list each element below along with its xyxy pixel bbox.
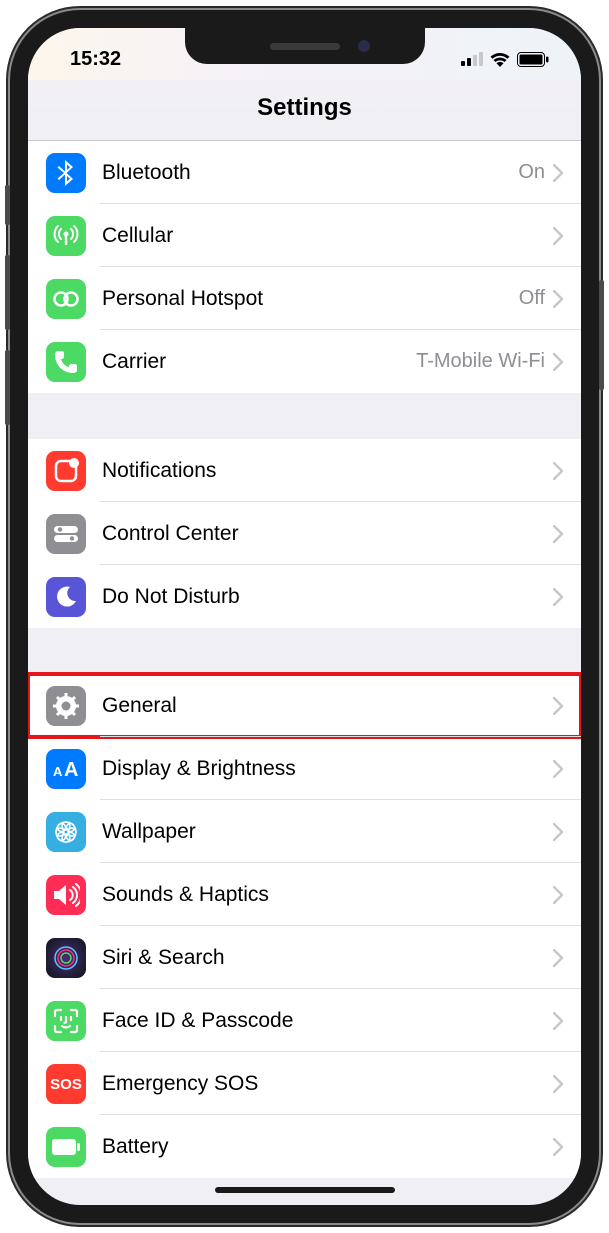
row-do-not-disturb[interactable]: Do Not Disturb (28, 565, 581, 628)
row-label: Bluetooth (102, 161, 518, 185)
home-indicator[interactable] (215, 1187, 395, 1193)
row-label: Cellular (102, 224, 553, 248)
phone-icon (46, 342, 86, 382)
svg-text:SOS: SOS (50, 1076, 82, 1093)
svg-text:A: A (64, 759, 78, 780)
row-battery[interactable]: Battery (28, 1115, 581, 1178)
settings-group-connectivity: Bluetooth On (28, 141, 581, 393)
face-id-icon (46, 1001, 86, 1041)
row-face-id-passcode[interactable]: Face ID & Passcode (28, 989, 581, 1052)
chevron-right-icon (553, 760, 563, 778)
sos-icon: SOS (46, 1064, 86, 1104)
settings-group-alerts: Notifications Control Center (28, 439, 581, 628)
chevron-right-icon (553, 1012, 563, 1030)
battery-icon (517, 52, 549, 67)
row-label: Battery (102, 1135, 553, 1159)
row-label: General (102, 694, 553, 718)
row-cellular[interactable]: Cellular (28, 204, 581, 267)
row-label: Do Not Disturb (102, 585, 553, 609)
chevron-right-icon (553, 525, 563, 543)
chevron-right-icon (553, 1138, 563, 1156)
settings-group-system: General A A Display & Brightness (28, 674, 581, 1178)
wallpaper-icon (46, 812, 86, 852)
row-control-center[interactable]: Control Center (28, 502, 581, 565)
notifications-icon (46, 451, 86, 491)
gear-icon (46, 686, 86, 726)
row-label: Siri & Search (102, 946, 553, 970)
chevron-right-icon (553, 353, 563, 371)
wifi-icon (489, 51, 511, 67)
cellular-icon (46, 216, 86, 256)
volume-down-button (5, 350, 10, 425)
chevron-right-icon (553, 886, 563, 904)
chevron-right-icon (553, 164, 563, 182)
row-label: Emergency SOS (102, 1072, 553, 1096)
text-size-icon: A A (46, 749, 86, 789)
row-label: Wallpaper (102, 820, 553, 844)
row-label: Sounds & Haptics (102, 883, 553, 907)
row-emergency-sos[interactable]: SOS Emergency SOS (28, 1052, 581, 1115)
row-value: T-Mobile Wi-Fi (416, 350, 545, 373)
row-general[interactable]: General (28, 674, 581, 737)
chevron-right-icon (553, 697, 563, 715)
hotspot-icon (46, 279, 86, 319)
siri-icon (46, 938, 86, 978)
volume-up-button (5, 255, 10, 330)
bluetooth-icon (46, 153, 86, 193)
row-label: Notifications (102, 459, 553, 483)
notch (185, 28, 425, 64)
row-value: On (518, 161, 545, 184)
svg-text:A: A (53, 764, 63, 779)
chevron-right-icon (553, 588, 563, 606)
chevron-right-icon (553, 290, 563, 308)
row-sounds-haptics[interactable]: Sounds & Haptics (28, 863, 581, 926)
mute-switch (5, 185, 10, 225)
row-label: Face ID & Passcode (102, 1009, 553, 1033)
row-personal-hotspot[interactable]: Personal Hotspot Off (28, 267, 581, 330)
screen: 15:32 (28, 28, 581, 1205)
power-button (599, 280, 604, 390)
row-value: Off (519, 287, 545, 310)
row-label: Control Center (102, 522, 553, 546)
moon-icon (46, 577, 86, 617)
row-notifications[interactable]: Notifications (28, 439, 581, 502)
chevron-right-icon (553, 227, 563, 245)
row-bluetooth[interactable]: Bluetooth On (28, 141, 581, 204)
row-label: Display & Brightness (102, 757, 553, 781)
chevron-right-icon (553, 949, 563, 967)
row-siri-search[interactable]: Siri & Search (28, 926, 581, 989)
chevron-right-icon (553, 823, 563, 841)
control-center-icon (46, 514, 86, 554)
cellular-signal-icon (461, 52, 483, 66)
status-time: 15:32 (70, 48, 121, 71)
speaker-icon (46, 875, 86, 915)
row-label: Personal Hotspot (102, 287, 519, 311)
row-carrier[interactable]: Carrier T-Mobile Wi-Fi (28, 330, 581, 393)
battery-row-icon (46, 1127, 86, 1167)
row-display-brightness[interactable]: A A Display & Brightness (28, 737, 581, 800)
page-title: Settings (28, 80, 581, 141)
chevron-right-icon (553, 1075, 563, 1093)
phone-frame: 15:32 (10, 10, 599, 1223)
row-wallpaper[interactable]: Wallpaper (28, 800, 581, 863)
row-label: Carrier (102, 350, 416, 374)
chevron-right-icon (553, 462, 563, 480)
